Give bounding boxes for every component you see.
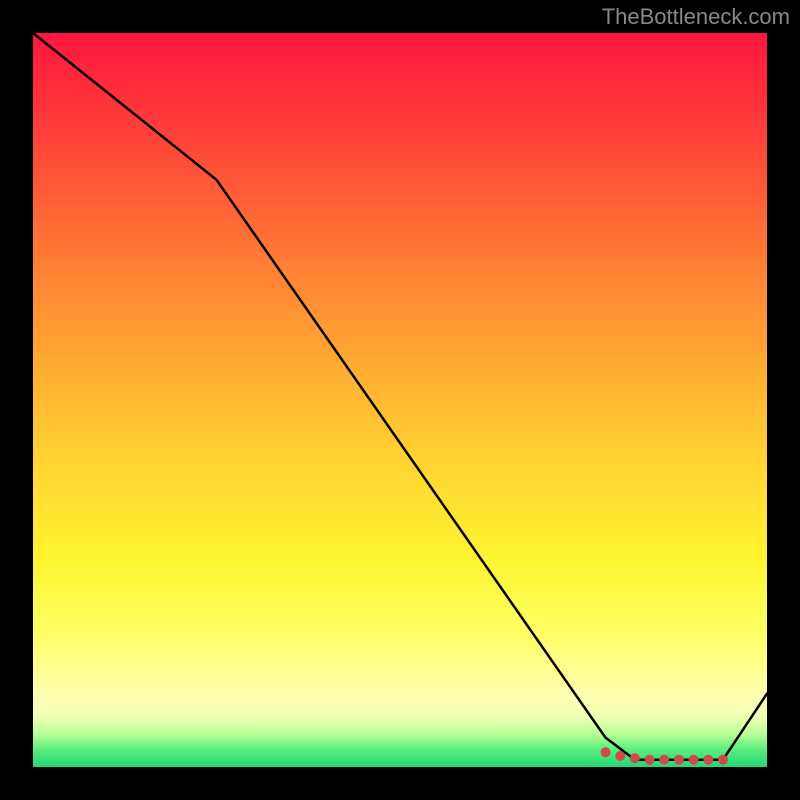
marker-dot [674,755,684,765]
marker-group [601,747,729,764]
plot-area [33,33,767,767]
marker-dot [645,755,655,765]
marker-dot [659,755,669,765]
marker-dot [601,747,611,757]
chart-frame: TheBottleneck.com [0,0,800,800]
marker-dot [703,755,713,765]
chart-overlay [33,33,767,767]
marker-dot [718,755,728,765]
attribution-label: TheBottleneck.com [602,4,790,30]
main-curve [33,33,767,760]
marker-dot [615,751,625,761]
marker-dot [630,753,640,763]
marker-dot [689,755,699,765]
